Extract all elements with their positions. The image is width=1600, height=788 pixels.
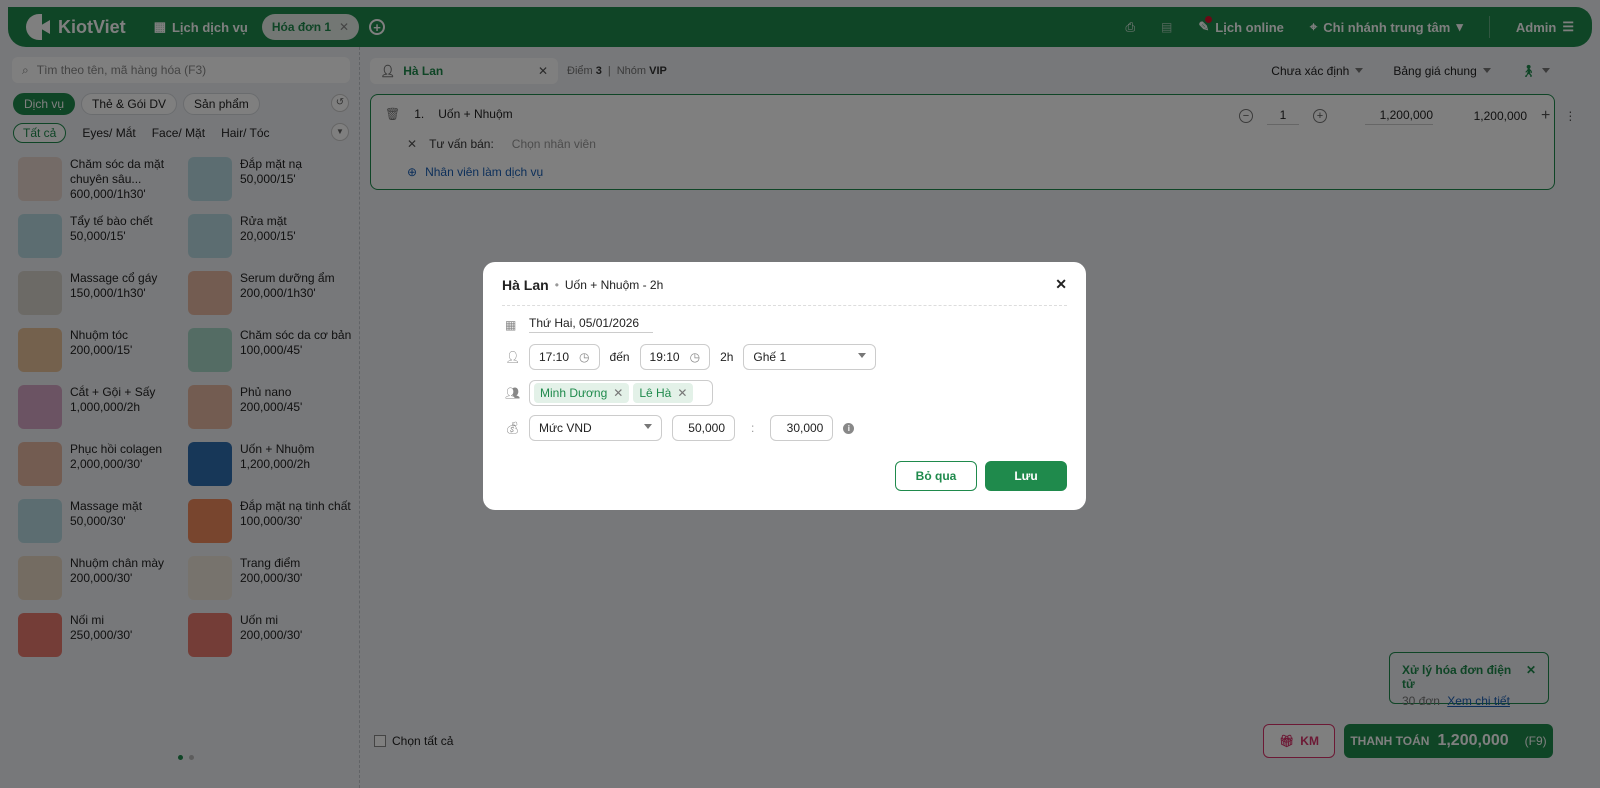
calendar-icon: ▦ — [505, 317, 517, 332]
clock-icon: ◷ — [579, 350, 590, 364]
cancel-button[interactable]: Bỏ qua — [895, 461, 977, 491]
dialog-service: Uốn + Nhuộm - 2h — [564, 277, 664, 292]
clock-icon: ◷ — [689, 350, 701, 364]
save-button[interactable]: Lưu — [985, 461, 1067, 491]
staff-chip: Lê Hà ✕ — [633, 383, 694, 403]
date-input[interactable]: Thứ Hai, 05/01/2026 — [529, 316, 654, 333]
staff-multiselect[interactable]: Minh Dương ✕ Lê Hà ✕ — [529, 380, 713, 406]
dialog-customer: Hà Lan — [502, 276, 549, 293]
remove-chip-icon[interactable]: ✕ — [613, 386, 623, 400]
info-icon[interactable]: i — [843, 422, 855, 434]
commission-value-1[interactable]: 50,000 — [672, 415, 735, 441]
commission-value-2[interactable]: 30,000 — [770, 415, 834, 441]
staff-chip: Minh Dương ✕ — [534, 383, 630, 403]
money-bag-icon: 💰︎ — [505, 421, 521, 435]
user-clock-icon: 👤︎ — [505, 350, 521, 364]
remove-chip-icon[interactable]: ✕ — [677, 386, 687, 400]
start-time-input[interactable]: 17:10 ◷ — [529, 344, 600, 370]
chevron-down-icon — [644, 423, 652, 433]
seat-select[interactable]: Ghế 1 — [743, 344, 877, 370]
close-icon[interactable]: ✕ — [1055, 276, 1067, 293]
commission-type-select[interactable]: Mức VND — [529, 415, 662, 441]
end-time-input[interactable]: 19:10 ◷ — [639, 344, 711, 370]
service-booking-dialog: Hà Lan • Uốn + Nhuộm - 2h ✕ ▦ Thứ Hai, 05/01… — [483, 262, 1086, 510]
chevron-down-icon — [858, 352, 867, 362]
users-icon: 👥︎ — [505, 386, 521, 400]
